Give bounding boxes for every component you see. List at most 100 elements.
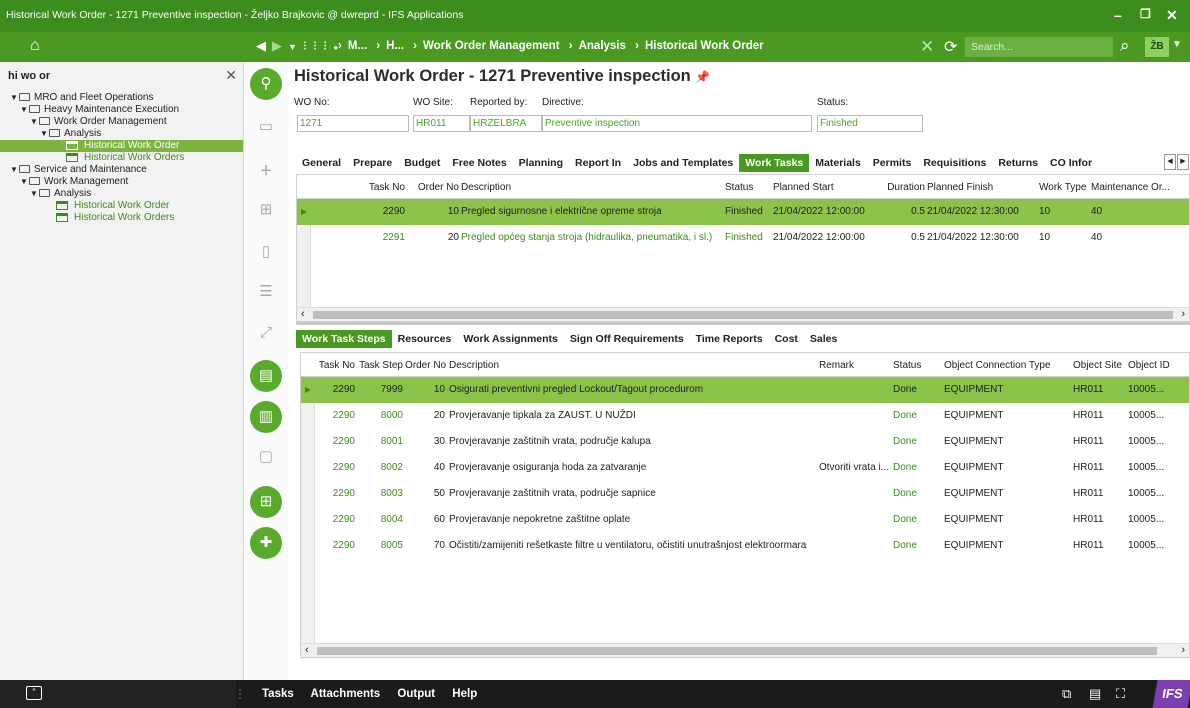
column-header[interactable]: Task No <box>357 182 405 193</box>
delete-icon[interactable]: ▯ <box>258 242 274 260</box>
tree-item[interactable]: ▼ Work Management <box>0 176 243 188</box>
tree-item[interactable]: Historical Work Orders <box>0 152 243 164</box>
table-row[interactable]: 2291 20 Pregled općeg stanja stroja (hidra… <box>297 225 1189 251</box>
details-icon[interactable]: ▤ <box>250 360 282 392</box>
tab-free-notes[interactable]: Free Notes <box>446 154 512 172</box>
status-field[interactable]: Finished <box>817 115 923 132</box>
breadcrumb-item[interactable]: M... <box>348 40 367 52</box>
tree-item[interactable]: ▼ Analysis <box>0 188 243 200</box>
tree-item[interactable]: ▼ Service and Maintenance <box>0 164 243 176</box>
column-header[interactable]: Task No <box>309 360 355 371</box>
tab-work-task-steps[interactable]: Work Task Steps <box>296 330 392 348</box>
tab-general[interactable]: General <box>296 154 347 172</box>
expand-arrow-icon[interactable]: ▼ <box>10 164 19 176</box>
scroll-right-icon[interactable]: › <box>1181 644 1185 656</box>
tree-item[interactable]: Historical Work Order <box>0 140 243 152</box>
breadcrumb-item[interactable]: Historical Work Order <box>645 40 764 52</box>
column-header[interactable]: Description <box>461 182 511 193</box>
menu-attachments[interactable]: Attachments <box>311 688 381 700</box>
chevron-down-icon[interactable]: ▼ <box>1172 39 1182 50</box>
tab-requisitions[interactable]: Requisitions <box>917 154 992 172</box>
tab-returns[interactable]: Returns <box>992 154 1044 172</box>
table-row[interactable]: 2290 8003 50 Provjeravanje zaštitnih vrata,… <box>301 481 1189 507</box>
table-row[interactable]: 2290 8001 30 Provjeravanje zaštitnih vrata,… <box>301 429 1189 455</box>
expand-arrow-icon[interactable]: ▼ <box>40 128 49 140</box>
tab-prepare[interactable]: Prepare <box>347 154 398 172</box>
minimize-icon[interactable]: – <box>1114 7 1122 23</box>
wo-site-field[interactable]: HR011 <box>413 115 470 132</box>
table-row[interactable]: 2290 8004 60 Provjeravanje nepokretne zašti… <box>301 507 1189 533</box>
pin-icon[interactable]: 📌 <box>695 70 710 84</box>
windows-icon[interactable]: ⧉ <box>1062 686 1071 702</box>
navigator-search-text[interactable]: hi wo or <box>8 70 50 82</box>
expand-arrow-icon[interactable]: ▼ <box>30 188 39 200</box>
table-row[interactable]: ▶ 2290 7999 10 Osigurati preventivni pregled… <box>301 377 1189 403</box>
restore-icon[interactable]: ❐ <box>1140 7 1151 21</box>
new-icon[interactable]: + <box>258 160 274 182</box>
refresh-icon[interactable]: ⟳ <box>944 37 957 57</box>
tab-time-reports[interactable]: Time Reports <box>690 330 769 348</box>
tree-item[interactable]: Historical Work Order <box>0 200 243 212</box>
table-row[interactable]: ▶ 2290 10 Pregled sigurnosne i električne o… <box>297 199 1189 225</box>
tab-materials[interactable]: Materials <box>809 154 867 172</box>
menu-output[interactable]: Output <box>397 688 435 700</box>
expand-arrow-icon[interactable]: ▼ <box>20 104 29 116</box>
column-header[interactable]: Task Step <box>359 360 403 371</box>
duplicate-icon[interactable]: ⊞ <box>258 200 274 218</box>
tab-scroll-left-icon[interactable]: ◀ <box>1164 154 1176 170</box>
tab-cost[interactable]: Cost <box>769 330 804 348</box>
home-icon[interactable]: ⌂ <box>30 37 40 55</box>
tab-sign-off-requirements[interactable]: Sign Off Requirements <box>564 330 690 348</box>
table-row[interactable]: 2290 8005 70 Očistiti/zamijeniti rešetkaste… <box>301 533 1189 559</box>
close-icon[interactable]: ✕ <box>920 37 934 57</box>
forward-icon[interactable]: ▶ <box>272 38 288 53</box>
expand-arrow-icon[interactable]: ▼ <box>20 176 29 188</box>
column-header[interactable]: Duration <box>881 182 925 193</box>
tab-co-infor[interactable]: CO Infor <box>1044 154 1098 172</box>
column-header[interactable]: Maintenance Or... <box>1091 182 1170 193</box>
column-header[interactable]: Planned Finish <box>927 182 993 193</box>
tab-sales[interactable]: Sales <box>804 330 843 348</box>
column-header[interactable]: Object Site <box>1073 360 1122 371</box>
add-comment-icon[interactable]: ✚ <box>250 527 282 559</box>
tab-permits[interactable]: Permits <box>867 154 918 172</box>
chat-icon[interactable]: ” <box>26 686 42 700</box>
tree-item[interactable]: ▼ MRO and Fleet Operations <box>0 92 243 104</box>
column-header[interactable]: Description <box>449 360 499 371</box>
horizontal-scrollbar[interactable]: ‹ › <box>301 643 1189 657</box>
tab-report-in[interactable]: Report In <box>569 154 627 172</box>
tree-item[interactable]: ▼ Work Order Management <box>0 116 243 128</box>
search-input[interactable] <box>965 37 1113 57</box>
tree-item[interactable]: Historical Work Orders <box>0 212 243 224</box>
tree-item[interactable]: ▼ Analysis <box>0 128 243 140</box>
search-icon[interactable]: ⚲ <box>250 68 282 100</box>
tab-jobs-and-templates[interactable]: Jobs and Templates <box>627 154 739 172</box>
tab-scroll-right-icon[interactable]: ▶ <box>1177 154 1189 170</box>
grip-icon[interactable]: ⋮ <box>234 687 246 701</box>
scroll-left-icon[interactable]: ‹ <box>301 308 305 320</box>
scroll-right-icon[interactable]: › <box>1181 308 1185 320</box>
user-avatar[interactable]: ŽB <box>1145 37 1169 57</box>
reported-by-field[interactable]: HRZELBRA <box>470 115 542 132</box>
close-icon[interactable]: ✕ <box>225 67 237 84</box>
tab-work-tasks[interactable]: Work Tasks <box>739 154 810 172</box>
menu-help[interactable]: Help <box>452 688 477 700</box>
column-header[interactable]: Status <box>893 360 921 371</box>
list-icon[interactable]: ☰ <box>258 282 274 300</box>
table-row[interactable]: 2290 8002 40 Provjeravanje osiguranja hoda … <box>301 455 1189 481</box>
chart-icon[interactable]: ▥ <box>250 401 282 433</box>
column-header[interactable]: Order No <box>405 360 446 371</box>
dropdown-icon[interactable]: ▼ <box>288 42 303 52</box>
tree-item[interactable]: ▼ Heavy Maintenance Execution <box>0 104 243 116</box>
tab-resources[interactable]: Resources <box>392 330 458 348</box>
expand-icon[interactable]: ⤢ <box>258 324 274 342</box>
save-icon[interactable]: ▭ <box>258 117 274 135</box>
breadcrumb-item[interactable]: Analysis <box>579 40 626 52</box>
details-icon[interactable]: ▤ <box>1089 686 1101 702</box>
back-icon[interactable]: ◀ <box>256 38 272 53</box>
column-header[interactable]: Status <box>725 182 753 193</box>
close-window-icon[interactable]: ✕ <box>1166 7 1178 24</box>
scroll-left-icon[interactable]: ‹ <box>305 644 309 656</box>
table-row[interactable]: 2290 8000 20 Provjeravanje tipkala za ZAUST… <box>301 403 1189 429</box>
expand-arrow-icon[interactable]: ▼ <box>30 116 39 128</box>
